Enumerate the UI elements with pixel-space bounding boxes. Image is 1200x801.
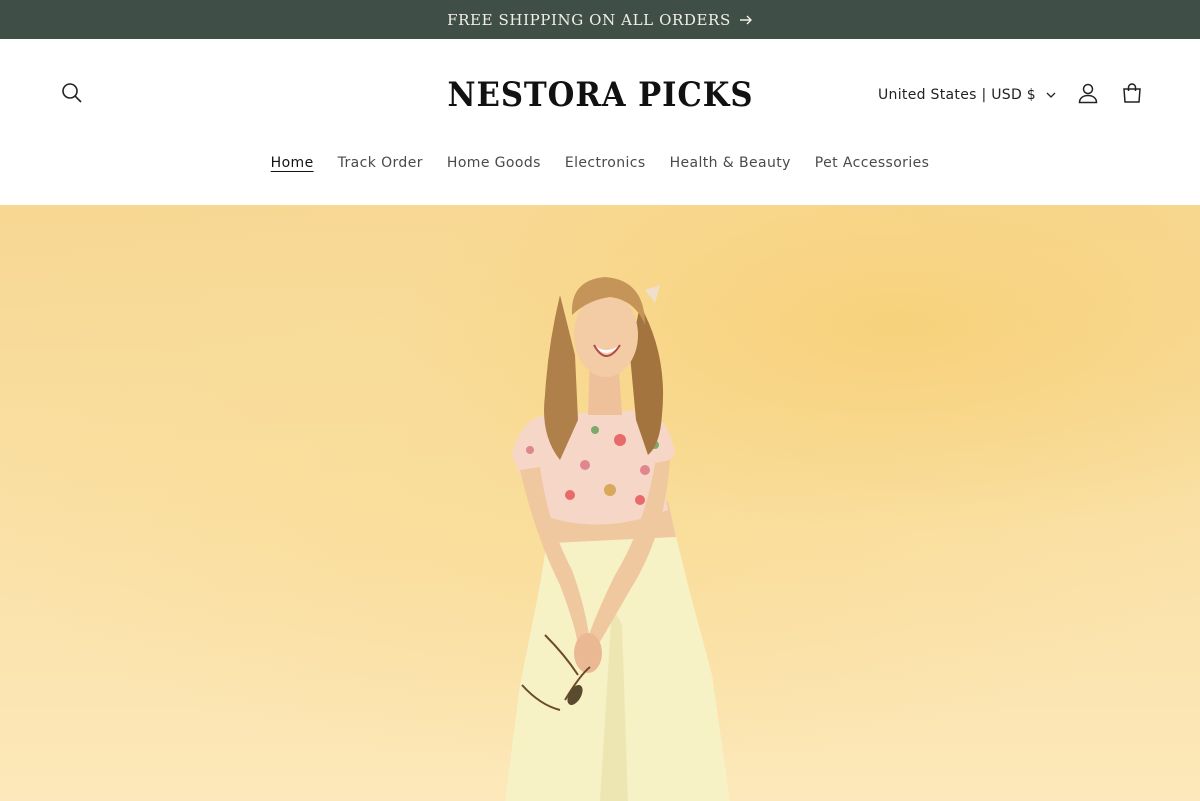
announcement-bar[interactable]: FREE SHIPPING ON ALL ORDERS <box>0 0 1200 39</box>
nav-item-home-goods[interactable]: Home Goods <box>447 153 541 173</box>
nav-item-electronics[interactable]: Electronics <box>565 153 646 173</box>
arrow-right-icon <box>739 14 753 26</box>
hero-banner <box>0 205 1200 801</box>
hero-image <box>505 277 730 801</box>
cart-icon <box>1121 82 1143 108</box>
nav-item-home[interactable]: Home <box>271 153 314 173</box>
main-navigation: Home Track Order Home Goods Electronics … <box>0 151 1200 205</box>
nav-item-track-order[interactable]: Track Order <box>338 153 423 173</box>
locale-label: United States | USD $ <box>878 87 1036 103</box>
cart-button[interactable] <box>1110 73 1154 117</box>
header-tools: United States | USD $ <box>878 73 1154 117</box>
site-header: NESTORA PICKS United States | USD $ <box>0 39 1200 151</box>
nav-item-health-beauty[interactable]: Health & Beauty <box>670 153 791 173</box>
logo-text: NESTORA PICKS <box>447 74 753 115</box>
country-currency-selector[interactable]: United States | USD $ <box>878 87 1056 103</box>
announcement-text: FREE SHIPPING ON ALL ORDERS <box>447 10 731 29</box>
account-icon <box>1077 82 1099 108</box>
chevron-down-icon <box>1046 92 1056 99</box>
nav-item-pet-accessories[interactable]: Pet Accessories <box>815 153 930 173</box>
account-button[interactable] <box>1066 73 1110 117</box>
